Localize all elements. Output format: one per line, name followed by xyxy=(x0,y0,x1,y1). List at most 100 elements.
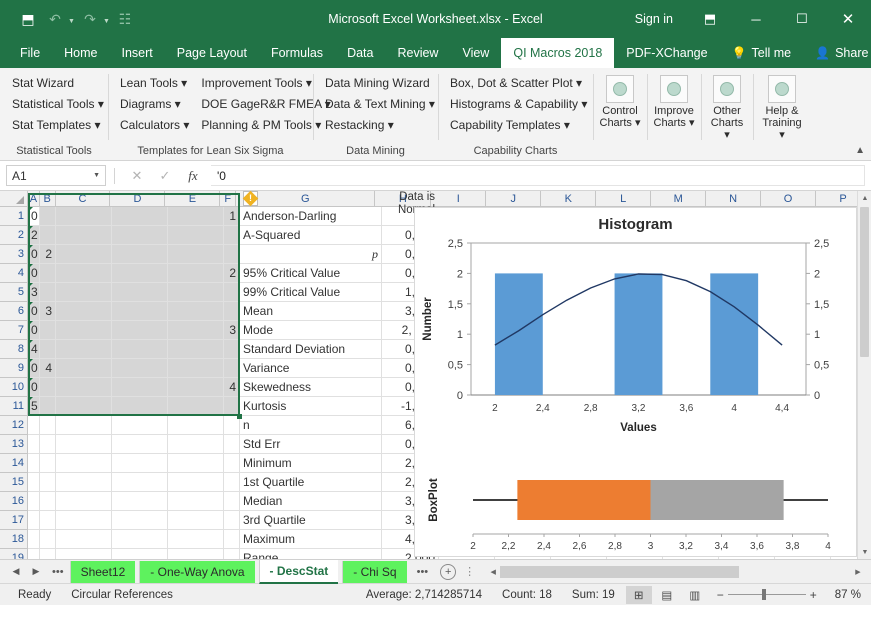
cell-C7[interactable] xyxy=(56,321,112,340)
ribbon-tab-insert[interactable]: Insert xyxy=(110,38,165,68)
ribbon-tab-pdf-xchange[interactable]: PDF-XChange xyxy=(614,38,719,68)
zoom-level[interactable]: 87 % xyxy=(825,589,863,601)
cell-E13[interactable] xyxy=(168,435,224,454)
cell-E1[interactable] xyxy=(168,207,224,226)
cell-C12[interactable] xyxy=(56,416,112,435)
row-header-19[interactable]: 19 xyxy=(0,549,28,559)
cell-F13[interactable] xyxy=(224,435,240,454)
cell-A17[interactable] xyxy=(28,511,40,530)
cell-G10[interactable]: Skewedness xyxy=(240,378,382,397)
cell-B15[interactable] xyxy=(40,473,56,492)
cell-D8[interactable] xyxy=(112,340,168,359)
cell-G8[interactable]: Standard Deviation xyxy=(240,340,382,359)
ribbon-tab-data[interactable]: Data xyxy=(335,38,385,68)
cell-E4[interactable] xyxy=(168,264,224,283)
vertical-scroll-thumb[interactable] xyxy=(860,207,869,357)
close-icon[interactable]: ✕ xyxy=(825,0,871,38)
previous-sheet-icon[interactable]: ◀ xyxy=(6,561,26,583)
cell-G2[interactable]: A-Squared xyxy=(240,226,382,245)
stat-wizard-button[interactable]: Stat Wizard xyxy=(6,72,110,93)
name-box[interactable]: A1 ▼ xyxy=(6,165,106,186)
cell-E14[interactable] xyxy=(168,454,224,473)
row-header-9[interactable]: 9 xyxy=(0,359,28,378)
cell-G6[interactable]: Mean xyxy=(240,302,382,321)
cell-D17[interactable] xyxy=(112,511,168,530)
enter-icon[interactable]: ✓ xyxy=(151,165,179,187)
cell-D9[interactable] xyxy=(112,359,168,378)
data-text-mining-button[interactable]: Data & Text Mining ▾ xyxy=(319,93,441,114)
cell-D10[interactable] xyxy=(112,378,168,397)
cell-G12[interactable]: n xyxy=(240,416,382,435)
stat-templates-button[interactable]: Stat Templates ▾ xyxy=(6,114,110,135)
cell-B4[interactable] xyxy=(40,264,56,283)
cell-B14[interactable] xyxy=(40,454,56,473)
minimize-icon[interactable]: ─ xyxy=(733,0,779,38)
column-header-k[interactable]: K xyxy=(541,191,597,206)
cell-E5[interactable] xyxy=(168,283,224,302)
cell-C2[interactable] xyxy=(56,226,112,245)
add-sheet-icon[interactable]: + xyxy=(440,563,457,580)
cell-E12[interactable] xyxy=(168,416,224,435)
vertical-scrollbar[interactable]: ▲ ▼ xyxy=(857,191,871,559)
row-header-3[interactable]: 3 xyxy=(0,245,28,264)
cell-G17[interactable]: 3rd Quartile xyxy=(240,511,382,530)
cell-D3[interactable] xyxy=(112,245,168,264)
cell-B2[interactable] xyxy=(40,226,56,245)
normal-view-icon[interactable]: ⊞ xyxy=(625,585,652,604)
cell-B19[interactable] xyxy=(40,549,56,559)
cell-D4[interactable] xyxy=(112,264,168,283)
cell-B12[interactable] xyxy=(40,416,56,435)
cell-E15[interactable] xyxy=(168,473,224,492)
data-mining-wizard-button[interactable]: Data Mining Wizard xyxy=(319,72,441,93)
cell-A3[interactable]: 0 xyxy=(28,245,40,264)
other-charts-button[interactable]: Other Charts ▾ xyxy=(707,72,747,142)
sign-in-button[interactable]: Sign in xyxy=(621,12,687,26)
row-header-11[interactable]: 11 xyxy=(0,397,28,416)
cell-F2[interactable] xyxy=(224,226,240,245)
row-header-12[interactable]: 12 xyxy=(0,416,28,435)
cell-F16[interactable] xyxy=(224,492,240,511)
boxplot-chart[interactable]: 2 2,2 2,4 2,6 2,8 3 3,2 3,4 3,6 3,8 4 BoxPlot xyxy=(414,452,857,557)
cell-D14[interactable] xyxy=(112,454,168,473)
sheet-tab-chi-sq[interactable]: - Chi Sq xyxy=(342,560,407,583)
cell-F5[interactable] xyxy=(224,283,240,302)
row-header-10[interactable]: 10 xyxy=(0,378,28,397)
cell-C8[interactable] xyxy=(56,340,112,359)
cell-C13[interactable] xyxy=(56,435,112,454)
horizontal-scroll-track[interactable] xyxy=(500,565,851,578)
horizontal-scrollbar[interactable]: ◀ ▶ xyxy=(486,565,865,579)
cell-G7[interactable]: Mode xyxy=(240,321,382,340)
save-icon[interactable]: ⬒ xyxy=(16,7,40,31)
horizontal-scroll-thumb[interactable] xyxy=(500,565,739,578)
cell-G15[interactable]: 1st Quartile xyxy=(240,473,382,492)
insert-function-icon[interactable]: fx xyxy=(179,165,207,187)
cell-D6[interactable] xyxy=(112,302,168,321)
cell-B10[interactable] xyxy=(40,378,56,397)
cell-C17[interactable] xyxy=(56,511,112,530)
cell-D18[interactable] xyxy=(112,530,168,549)
cell-B1[interactable] xyxy=(40,207,56,226)
row-header-6[interactable]: 6 xyxy=(0,302,28,321)
cell-C9[interactable] xyxy=(56,359,112,378)
column-header-a[interactable]: A xyxy=(28,191,40,206)
selection-fill-handle[interactable] xyxy=(237,414,242,419)
cell-B8[interactable] xyxy=(40,340,56,359)
cell-E6[interactable] xyxy=(168,302,224,321)
undo-dropdown-icon[interactable]: ▼ xyxy=(68,18,75,25)
sheet-tab-sheet12[interactable]: Sheet12 xyxy=(69,560,136,583)
cell-E3[interactable] xyxy=(168,245,224,264)
row-header-1[interactable]: 1 xyxy=(0,207,28,226)
cell-D12[interactable] xyxy=(112,416,168,435)
cell-B18[interactable] xyxy=(40,530,56,549)
histogram-bar-1[interactable] xyxy=(614,273,663,395)
cell-A10[interactable]: 0 xyxy=(28,378,40,397)
cell-A16[interactable] xyxy=(28,492,40,511)
cell-G19[interactable]: Range xyxy=(240,549,382,559)
cell-A7[interactable]: 0 xyxy=(28,321,40,340)
cell-E2[interactable] xyxy=(168,226,224,245)
row-header-2[interactable]: 2 xyxy=(0,226,28,245)
cell-A18[interactable] xyxy=(28,530,40,549)
sheet-tab-one-way-anova[interactable]: - One-Way Anova xyxy=(139,560,255,583)
ribbon-tab-tell-me[interactable]: 💡 Tell me xyxy=(720,38,804,68)
boxplot-lower-box[interactable] xyxy=(517,480,651,520)
